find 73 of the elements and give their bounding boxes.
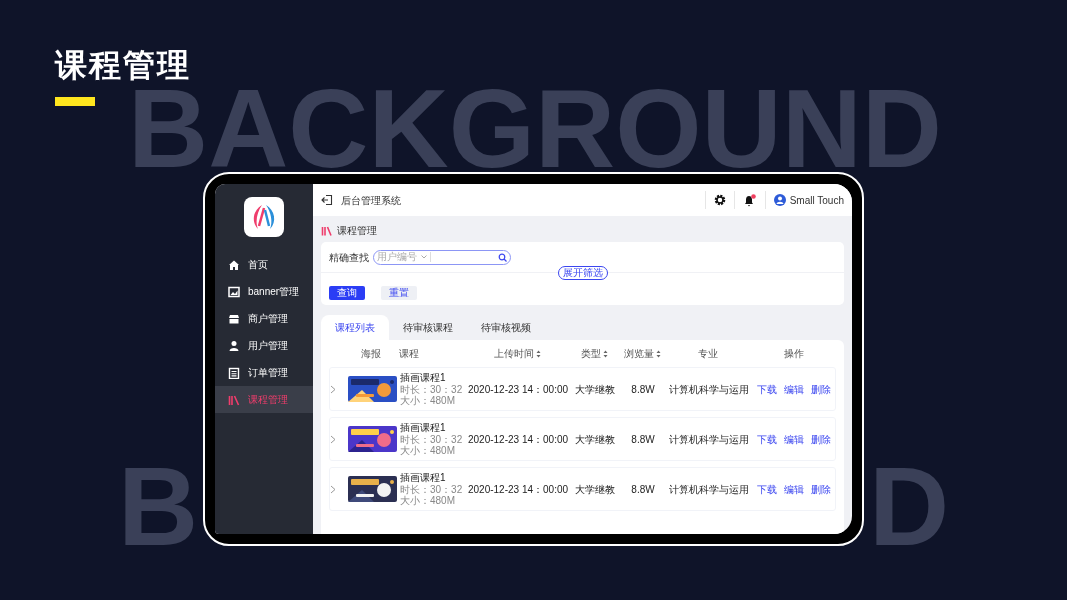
column-header: 海报 [361, 347, 381, 361]
table-cell-text: 2020-12-23 14：00:00 [466, 432, 570, 447]
settings-icon[interactable] [713, 194, 726, 206]
tab[interactable]: 待审核视频 [467, 315, 545, 340]
column-header: 专业 [698, 347, 718, 361]
books-icon [228, 393, 240, 406]
sidebar-item[interactable]: 订单管理 [215, 359, 313, 386]
table-cell-text: 计算机科学与运用 [668, 382, 750, 397]
action-link[interactable]: 删除 [811, 431, 831, 447]
course-size: 大小：480M [400, 495, 456, 506]
sidebar-item[interactable]: 首页 [215, 251, 313, 278]
sort-icon[interactable] [655, 349, 661, 358]
table-cell-text: 8.8W [630, 382, 656, 397]
chevron-down-icon [421, 255, 427, 259]
column-header: 类型 [580, 347, 601, 361]
course-duration: 时长：30：32 [400, 434, 464, 445]
query-button[interactable]: 查询 [329, 286, 365, 300]
action-link[interactable]: 编辑 [784, 381, 804, 397]
column-header: 浏览量 [623, 347, 654, 361]
action-link[interactable]: 下载 [757, 481, 777, 497]
column-header: 上传时间 [493, 347, 534, 361]
logout-icon[interactable] [321, 194, 333, 206]
expand-filter-link[interactable]: 展开筛选 [557, 266, 608, 280]
table-cell-text: 2020-12-23 14：00:00 [466, 382, 570, 397]
table-cell-text: 8.8W [630, 432, 656, 447]
chevron-right-icon[interactable] [330, 434, 336, 444]
store-icon [228, 312, 240, 325]
course-name: 插画课程1 [400, 472, 447, 484]
table-cell-text: 大学继教 [574, 482, 616, 497]
table-cell-text: 8.8W [630, 482, 656, 497]
course-duration: 时长：30：32 [400, 384, 464, 395]
course-name: 插画课程1 [400, 372, 447, 384]
accent-bar [55, 97, 95, 106]
user-icon [228, 339, 240, 352]
sidebar-item[interactable]: 商户管理 [215, 305, 313, 332]
course-duration: 时长：30：32 [400, 484, 464, 495]
avatar-icon [773, 194, 786, 206]
course-name: 插画课程1 [400, 422, 447, 434]
action-link[interactable]: 删除 [811, 381, 831, 397]
image-icon [228, 285, 240, 298]
action-link[interactable]: 编辑 [784, 481, 804, 497]
action-link[interactable]: 删除 [811, 481, 831, 497]
action-link[interactable]: 下载 [757, 381, 777, 397]
search-label: 精确查找 [329, 250, 369, 265]
sidebar-item[interactable]: 用户管理 [215, 332, 313, 359]
search-icon[interactable] [498, 252, 507, 262]
table-cell-text: 计算机科学与运用 [668, 432, 750, 447]
action-link[interactable]: 下载 [757, 431, 777, 447]
chevron-right-icon[interactable] [330, 384, 336, 394]
app-title: 后台管理系统 [341, 193, 401, 208]
course-size: 大小：480M [400, 445, 456, 456]
table-cell-text: 2020-12-23 14：00:00 [466, 482, 570, 497]
books-icon [321, 225, 332, 236]
page-title: 课程管理 [337, 224, 377, 238]
slide-title: 课程管理 [55, 48, 191, 84]
tab[interactable]: 待审核课程 [389, 315, 467, 340]
column-header: 操作 [783, 347, 804, 361]
column-header: 课程 [399, 347, 419, 361]
bell-icon[interactable] [742, 193, 757, 207]
user-name[interactable]: Small Touch [789, 192, 844, 208]
chevron-right-icon[interactable] [330, 484, 336, 494]
table-cell-text: 大学继教 [574, 382, 616, 397]
home-icon [228, 258, 240, 271]
sort-icon[interactable] [602, 349, 608, 358]
sort-icon[interactable] [535, 349, 541, 358]
course-size: 大小：480M [400, 395, 456, 406]
tab[interactable]: 课程列表 [321, 315, 389, 340]
table-cell-text: 大学继教 [574, 432, 616, 447]
clipboard-icon [228, 366, 240, 379]
action-link[interactable]: 编辑 [784, 431, 804, 447]
sidebar-item[interactable]: banner管理 [215, 278, 313, 305]
table-cell-text: 计算机科学与运用 [668, 482, 750, 497]
reset-button[interactable]: 重置 [381, 286, 417, 300]
